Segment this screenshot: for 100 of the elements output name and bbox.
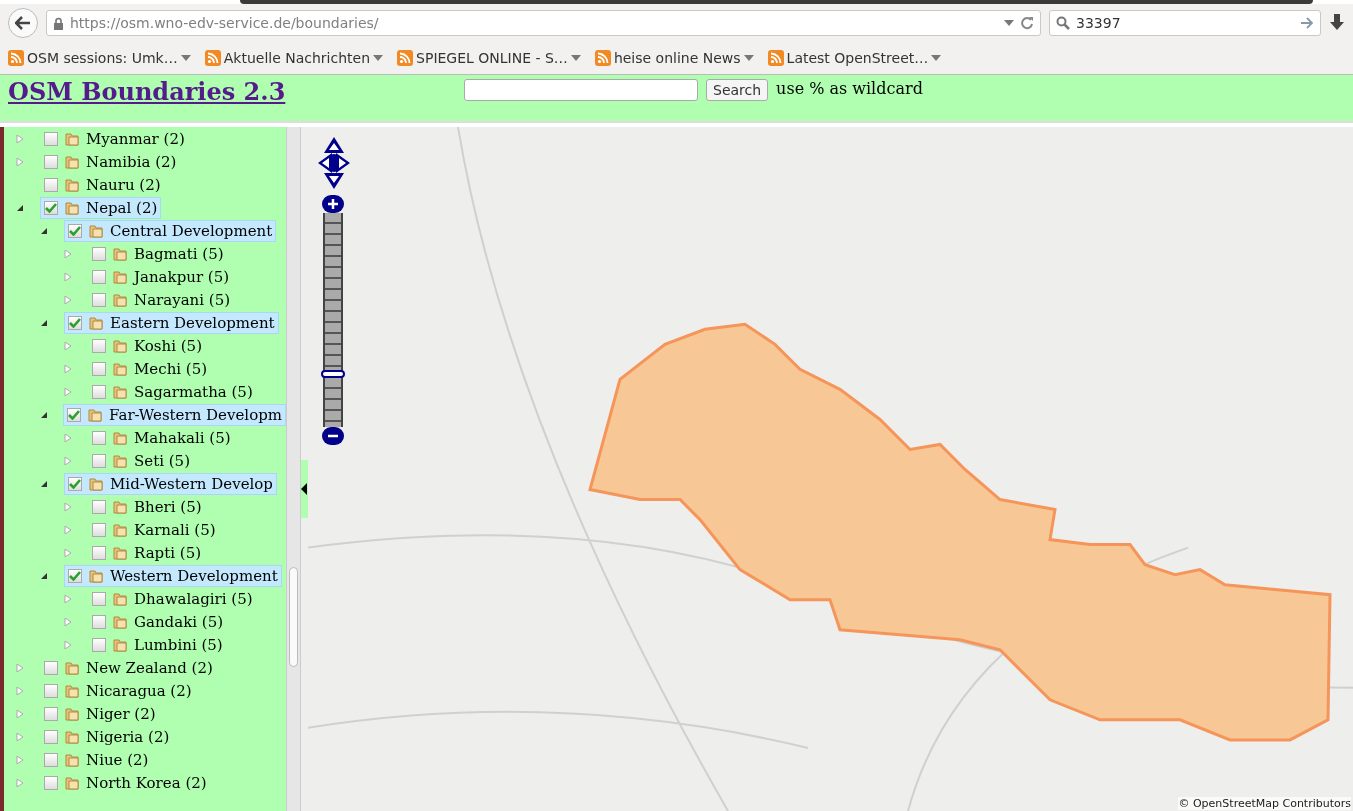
checkbox[interactable] [44, 154, 58, 169]
collapsed-triangle-icon[interactable] [16, 778, 24, 787]
search-button[interactable]: Search [706, 79, 769, 101]
zoom-slider-thumb[interactable] [321, 369, 345, 378]
checkbox[interactable] [92, 499, 106, 514]
checkbox[interactable] [68, 568, 82, 583]
expanded-triangle-icon[interactable] [16, 203, 24, 212]
checkbox[interactable] [92, 545, 106, 560]
collapsed-triangle-icon[interactable] [64, 341, 72, 350]
checkbox[interactable] [68, 223, 82, 238]
collapsed-triangle-icon[interactable] [64, 295, 72, 304]
checkbox[interactable] [44, 706, 58, 721]
tree-item[interactable]: Western Development [64, 564, 282, 587]
checkbox[interactable] [44, 660, 58, 675]
url-field[interactable]: https://osm.wno-edv-service.de/boundaries/ [46, 10, 1041, 36]
checkbox[interactable] [44, 683, 58, 698]
checkbox[interactable] [92, 338, 106, 353]
checkbox[interactable] [92, 246, 106, 261]
checkbox[interactable] [92, 384, 106, 399]
collapsed-triangle-icon[interactable] [64, 502, 72, 511]
tree-item[interactable]: Mahakali (5) [88, 426, 235, 449]
collapsed-triangle-icon[interactable] [16, 686, 24, 695]
collapsed-triangle-icon[interactable] [64, 272, 72, 281]
splitter-handle[interactable] [301, 460, 308, 518]
tree-item[interactable]: Rapti (5) [88, 541, 206, 564]
checkbox[interactable] [44, 131, 58, 146]
tree-item[interactable]: Lumbini (5) [88, 633, 227, 656]
expanded-triangle-icon[interactable] [40, 571, 48, 580]
expanded-triangle-icon[interactable] [40, 226, 48, 235]
checkbox[interactable] [68, 315, 82, 330]
expanded-triangle-icon[interactable] [40, 410, 48, 419]
reload-icon[interactable] [1020, 16, 1034, 30]
checkbox[interactable] [92, 453, 106, 468]
bookmark[interactable]: OSM sessions: Umk… [8, 50, 191, 66]
search-input[interactable] [464, 79, 698, 101]
tree-item[interactable]: Central Development [64, 219, 277, 242]
checkbox[interactable] [92, 361, 106, 376]
collapsed-triangle-icon[interactable] [64, 249, 72, 258]
zoom-slider[interactable] [323, 213, 343, 427]
tree-item[interactable]: Mechi (5) [88, 357, 212, 380]
collapsed-triangle-icon[interactable] [16, 134, 24, 143]
expanded-triangle-icon[interactable] [40, 318, 48, 327]
search-field[interactable]: 33397 [1049, 10, 1321, 36]
collapsed-triangle-icon[interactable] [64, 617, 72, 626]
scrollbar[interactable] [286, 127, 300, 811]
collapsed-triangle-icon[interactable] [16, 755, 24, 764]
tree-item[interactable]: Niue (2) [40, 748, 153, 771]
checkbox[interactable] [68, 476, 82, 491]
collapsed-triangle-icon[interactable] [64, 387, 72, 396]
checkbox[interactable] [44, 729, 58, 744]
collapsed-triangle-icon[interactable] [16, 157, 24, 166]
tree-item[interactable]: Eastern Development [64, 311, 279, 334]
page-title-link[interactable]: OSM Boundaries 2.3 [8, 77, 464, 106]
collapsed-triangle-icon[interactable] [16, 663, 24, 672]
collapsed-triangle-icon[interactable] [16, 709, 24, 718]
tree-item[interactable]: Karnali (5) [88, 518, 220, 541]
bookmark[interactable]: Latest OpenStreet… [767, 50, 942, 66]
tree-item[interactable]: Sagarmatha (5) [88, 380, 257, 403]
tree-item[interactable]: Gandaki (5) [88, 610, 228, 633]
tree-item[interactable]: Myanmar (2) [40, 127, 189, 150]
tree-item[interactable]: Seti (5) [88, 449, 194, 472]
collapsed-triangle-icon[interactable] [64, 364, 72, 373]
checkbox[interactable] [44, 775, 58, 790]
collapsed-triangle-icon[interactable] [64, 548, 72, 557]
bookmark[interactable]: SPIEGEL ONLINE - S… [397, 50, 581, 66]
checkbox[interactable] [92, 269, 106, 284]
collapsed-triangle-icon[interactable] [16, 732, 24, 741]
checkbox[interactable] [92, 522, 106, 537]
tree-item[interactable]: Namibia (2) [40, 150, 181, 173]
tree-item[interactable]: Dhawalagiri (5) [88, 587, 257, 610]
expanded-triangle-icon[interactable] [40, 479, 48, 488]
tree-item[interactable]: Niger (2) [40, 702, 160, 725]
collapsed-triangle-icon[interactable] [64, 640, 72, 649]
checkbox[interactable] [44, 752, 58, 767]
download-icon[interactable] [1329, 14, 1345, 32]
arrow-right-icon[interactable] [1300, 17, 1314, 29]
tree-item[interactable]: Nauru (2) [40, 173, 165, 196]
checkbox[interactable] [67, 407, 82, 422]
bookmark[interactable]: heise online News [594, 50, 754, 66]
collapsed-triangle-icon[interactable] [64, 433, 72, 442]
tree-item[interactable]: Janakpur (5) [88, 265, 234, 288]
back-button[interactable] [8, 8, 38, 38]
tree-item[interactable]: Narayani (5) [88, 288, 235, 311]
tree-item[interactable]: Bheri (5) [88, 495, 206, 518]
checkbox[interactable] [92, 292, 106, 307]
tree-item[interactable]: New Zealand (2) [40, 656, 217, 679]
checkbox[interactable] [44, 200, 58, 215]
tree-item[interactable]: Nepal (2) [40, 196, 162, 219]
pan-control-icon[interactable] [316, 135, 352, 191]
checkbox[interactable] [44, 177, 58, 192]
tree-item[interactable]: Mid-Western Develop [64, 472, 277, 495]
checkbox[interactable] [92, 430, 106, 445]
checkbox[interactable] [92, 614, 106, 629]
collapsed-triangle-icon[interactable] [64, 525, 72, 534]
tree-item[interactable]: Bagmati (5) [88, 242, 228, 265]
tree-item[interactable]: Far-Western Developm [63, 403, 286, 426]
bookmark[interactable]: Aktuelle Nachrichten [204, 50, 384, 66]
tree-item[interactable]: Nigeria (2) [40, 725, 174, 748]
checkbox[interactable] [92, 637, 106, 652]
collapsed-triangle-icon[interactable] [64, 456, 72, 465]
